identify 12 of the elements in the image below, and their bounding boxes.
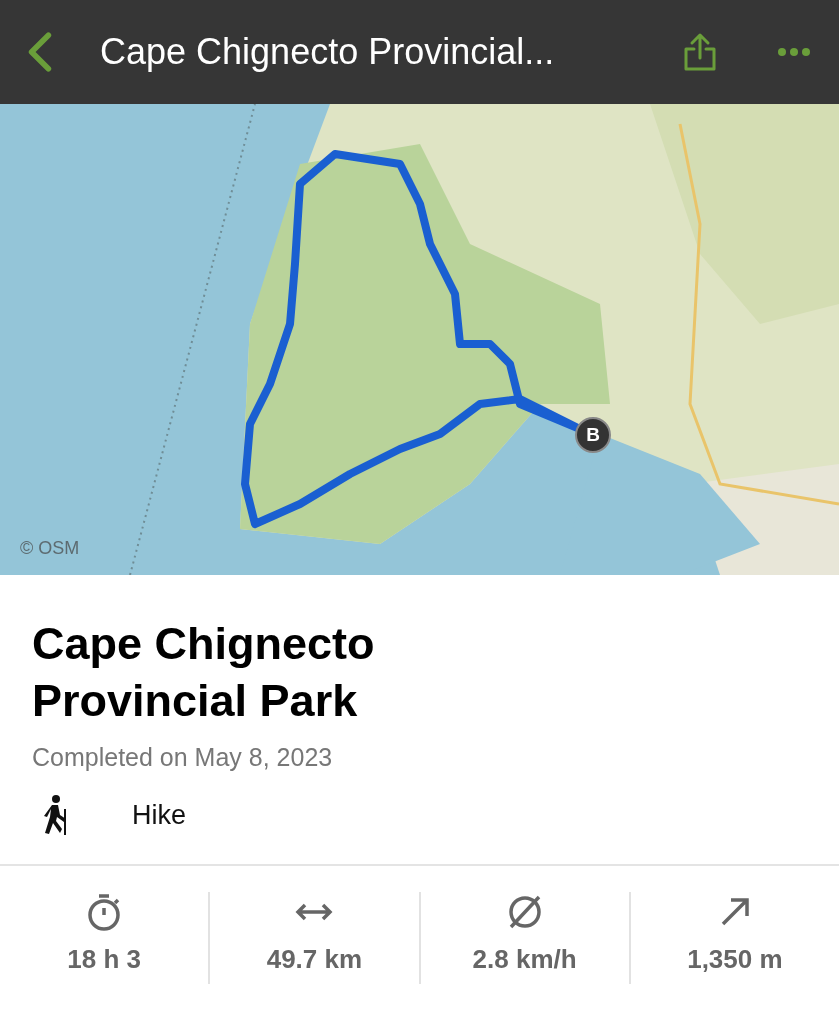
activity-title: Cape Chignecto Provincial Park bbox=[32, 617, 376, 728]
screen-title: Cape Chignecto Provincial... bbox=[100, 31, 556, 73]
stat-value: 18 h 3 bbox=[67, 944, 141, 975]
more-icon[interactable] bbox=[777, 47, 811, 57]
share-icon[interactable] bbox=[683, 32, 717, 72]
completed-date: Completed on May 8, 2023 bbox=[32, 743, 334, 772]
back-icon[interactable] bbox=[26, 30, 54, 74]
stat-value: 49.7 km bbox=[266, 944, 363, 975]
activity-type: Hike bbox=[132, 799, 186, 831]
map-attribution: © OSM bbox=[20, 538, 80, 559]
stat-value: 2.8 km/h bbox=[472, 944, 577, 975]
stat-value: 1,350 m bbox=[687, 944, 783, 975]
